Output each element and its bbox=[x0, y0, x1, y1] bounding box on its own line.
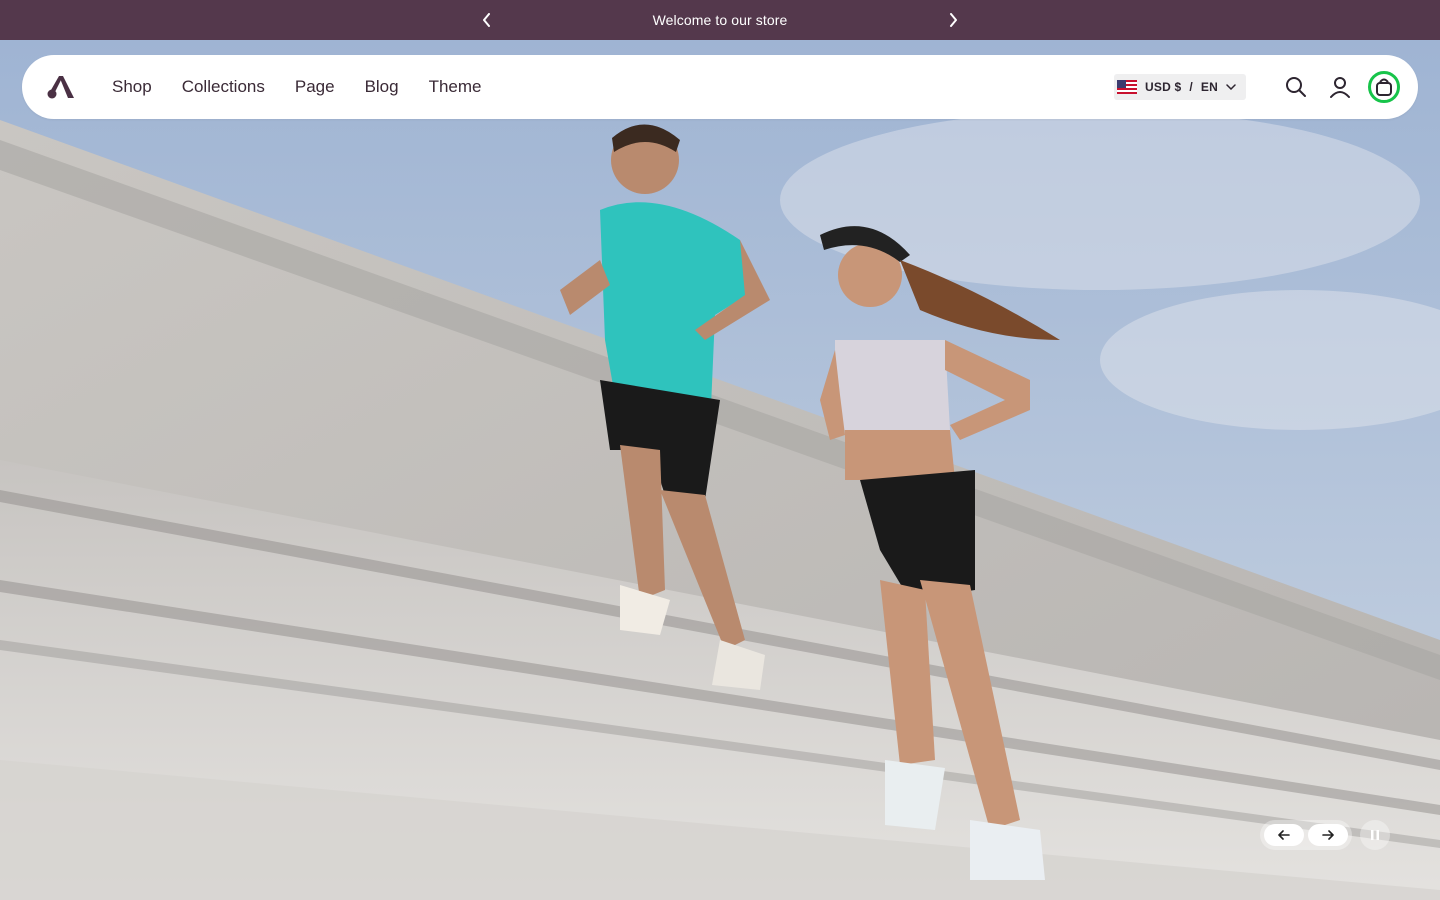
brand-logo-icon[interactable] bbox=[44, 71, 76, 103]
chevron-left-icon bbox=[483, 13, 490, 27]
announcement-next-button[interactable] bbox=[944, 11, 962, 29]
arrow-right-icon bbox=[1322, 830, 1334, 840]
nav-item-blog[interactable]: Blog bbox=[365, 77, 399, 97]
chevron-down-icon bbox=[1226, 84, 1236, 90]
language-label: EN bbox=[1200, 80, 1218, 94]
nav-item-collections[interactable]: Collections bbox=[182, 77, 265, 97]
announcement-text: Welcome to our store bbox=[652, 12, 788, 28]
arrow-left-icon bbox=[1278, 830, 1290, 840]
locale-selector[interactable]: USD $ / EN bbox=[1114, 74, 1246, 100]
slide-prev-button[interactable] bbox=[1264, 824, 1304, 846]
site-header: Shop Collections Page Blog Theme USD $ /… bbox=[22, 55, 1418, 119]
nav-item-shop[interactable]: Shop bbox=[112, 77, 152, 97]
us-flag-icon bbox=[1117, 80, 1138, 94]
locale-separator: / bbox=[1189, 80, 1193, 94]
search-button[interactable] bbox=[1280, 71, 1312, 103]
account-button[interactable] bbox=[1324, 71, 1356, 103]
chevron-right-icon bbox=[950, 13, 957, 27]
nav-item-page[interactable]: Page bbox=[295, 77, 335, 97]
pause-icon bbox=[1371, 830, 1379, 840]
hero-image bbox=[0, 40, 1440, 900]
search-icon bbox=[1286, 77, 1306, 97]
announcement-bar: Welcome to our store bbox=[0, 0, 1440, 40]
announcement-prev-button[interactable] bbox=[478, 11, 496, 29]
slide-pause-button[interactable] bbox=[1360, 820, 1390, 850]
shopping-bag-icon bbox=[1376, 78, 1392, 96]
cart-button[interactable] bbox=[1368, 71, 1400, 103]
slide-next-button[interactable] bbox=[1308, 824, 1348, 846]
nav-item-theme[interactable]: Theme bbox=[429, 77, 482, 97]
slideshow-controls bbox=[1260, 820, 1352, 850]
main-nav: Shop Collections Page Blog Theme bbox=[112, 77, 482, 97]
user-icon bbox=[1330, 77, 1350, 98]
currency-label: USD $ bbox=[1145, 80, 1182, 94]
